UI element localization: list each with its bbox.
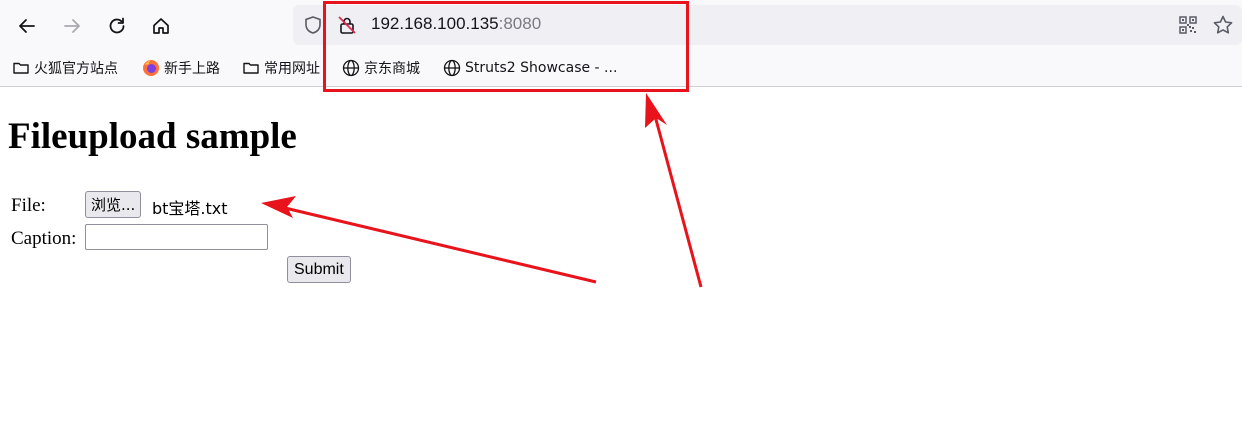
bookmark-label: 新手上路 [164, 61, 220, 77]
bookmark-struts2-showcase[interactable]: Struts2 Showcase - ... [443, 54, 617, 82]
caption-input[interactable] [85, 224, 268, 250]
shield-icon[interactable] [303, 15, 323, 35]
home-icon [153, 18, 169, 34]
bookmark-label: Struts2 Showcase - ... [465, 60, 618, 76]
arrow-left-icon [19, 19, 35, 33]
submit-button[interactable]: Submit [287, 256, 351, 283]
folder-icon [13, 62, 29, 74]
globe-icon [443, 59, 461, 77]
page-content: Fileupload sample File: 浏览... bt宝塔.txt C… [0, 87, 1242, 423]
firefox-icon [143, 60, 159, 76]
bookmark-label: 京东商城 [364, 61, 420, 77]
url-port: :8080 [498, 14, 542, 33]
reload-icon [109, 17, 125, 34]
bookmark-label: 常用网址 [264, 61, 320, 77]
globe-icon [342, 59, 360, 77]
bookmark-label: 火狐官方站点 [34, 61, 118, 77]
back-button[interactable] [12, 11, 42, 41]
file-label: File: [11, 195, 46, 216]
bookmarks-toolbar: 火狐官方站点 新手上路 常用网址 京东商城 Struts2 Showcase -… [0, 54, 1242, 82]
arrow-right-icon [64, 19, 80, 33]
bookmark-folder-firefox-official[interactable]: 火狐官方站点 [12, 54, 118, 82]
browser-toolbar: 192.168.100.135:8080 火狐官方站点 新手上路 常用网址 京东… [0, 0, 1242, 87]
bookmark-getting-started[interactable]: 新手上路 [142, 54, 220, 82]
insecure-lock-icon[interactable] [337, 15, 357, 35]
bookmark-star-icon[interactable] [1212, 14, 1234, 36]
url-host: 192.168.100.135 [371, 14, 499, 33]
browse-button[interactable]: 浏览... [85, 191, 142, 218]
bookmark-folder-common-sites[interactable]: 常用网址 [242, 54, 320, 82]
folder-icon [243, 62, 259, 74]
reload-button[interactable] [102, 11, 132, 41]
forward-button[interactable] [57, 11, 87, 41]
qr-code-icon[interactable] [1178, 15, 1198, 35]
page-title: Fileupload sample [8, 116, 297, 157]
url-text[interactable]: 192.168.100.135:8080 [371, 14, 541, 34]
caption-label: Caption: [11, 228, 77, 249]
selected-file-name: bt宝塔.txt [152, 199, 228, 218]
home-button[interactable] [146, 11, 176, 41]
bookmark-jd[interactable]: 京东商城 [342, 54, 420, 82]
